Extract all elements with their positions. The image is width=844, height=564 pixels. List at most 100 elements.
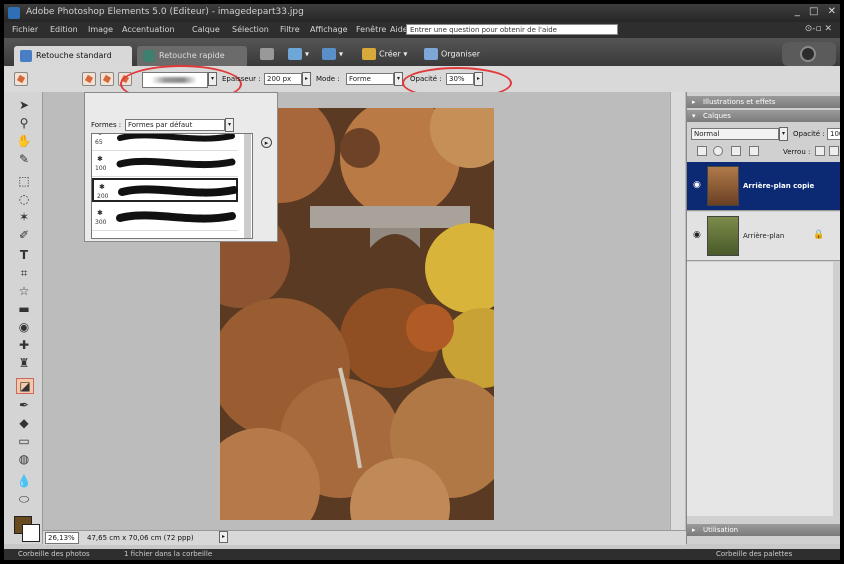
doc-window-controls[interactable]: ⊙-▫ ✕ bbox=[805, 24, 832, 34]
creer-button[interactable]: Créer ▾ bbox=[362, 48, 407, 60]
selection-brush-tool-icon[interactable]: ✐ bbox=[16, 228, 32, 242]
photo-bin-toggle[interactable]: Corbeille des photos bbox=[18, 550, 90, 558]
crop-tool-icon[interactable]: ⌗ bbox=[16, 266, 32, 280]
lock-transparency-icon[interactable] bbox=[815, 146, 825, 156]
menu-filtre[interactable]: Filtre bbox=[280, 25, 300, 34]
clone-stamp-tool-icon[interactable]: ♜ bbox=[16, 356, 32, 370]
sponge-tool-icon[interactable]: ⬭ bbox=[16, 492, 32, 506]
brush-picker-panel: Formes : Formes par défaut ▾ ▸ ✱ 65 ✱ 10… bbox=[84, 92, 278, 242]
visibility-eye-icon[interactable]: ◉ bbox=[693, 180, 701, 190]
brush-item[interactable]: ✱ 65 bbox=[92, 134, 238, 151]
zoom-tool-icon[interactable]: ⚲ bbox=[16, 116, 32, 130]
paint-bucket-tool-icon[interactable]: ◆ bbox=[16, 416, 32, 430]
epaisseur-label: Epaisseur : bbox=[222, 75, 261, 83]
panel-menu-arrow-icon[interactable]: ▸ bbox=[261, 137, 272, 148]
create-icon bbox=[362, 48, 376, 60]
formes-select[interactable]: Formes par défaut bbox=[125, 119, 225, 131]
lock-icon: 🔒 bbox=[813, 230, 825, 240]
adjustment-layer-icon[interactable] bbox=[713, 146, 723, 156]
cookie-cutter-tool-icon[interactable]: ☆ bbox=[16, 284, 32, 298]
menu-image[interactable]: Image bbox=[88, 25, 113, 34]
new-layer-icon[interactable] bbox=[697, 146, 707, 156]
brush-item-selected[interactable]: ✱ 200 bbox=[92, 178, 238, 202]
straighten-tool-icon[interactable]: ▬ bbox=[16, 302, 32, 316]
delete-layer-icon[interactable] bbox=[731, 146, 741, 156]
blend-mode-select[interactable]: Normal bbox=[691, 128, 779, 140]
calques-panel-header[interactable]: Calques bbox=[687, 110, 840, 122]
move-tool-icon[interactable]: ➤ bbox=[16, 98, 32, 112]
layer-row-selected[interactable]: ◉ Arrière-plan copie bbox=[687, 162, 840, 211]
illustrations-panel-header[interactable]: Illustrations et effets bbox=[687, 96, 840, 108]
brush-item[interactable]: ✱ 300 bbox=[92, 206, 238, 231]
hand-tool-icon[interactable]: ✋ bbox=[16, 134, 32, 148]
window-title: Adobe Photoshop Elements 5.0 (Editeur) -… bbox=[26, 7, 304, 17]
eraser-tool-icon[interactable] bbox=[14, 72, 28, 86]
type-tool-icon[interactable]: T bbox=[16, 248, 32, 262]
print-button[interactable] bbox=[260, 48, 277, 60]
lasso-tool-icon[interactable]: ◌ bbox=[16, 192, 32, 206]
background-color-swatch[interactable] bbox=[22, 524, 40, 542]
online-button[interactable]: ▾ bbox=[322, 48, 343, 60]
tab-retouche-rapide-label: Retouche rapide bbox=[159, 51, 225, 60]
organiser-label: Organiser bbox=[441, 49, 481, 59]
menu-calque[interactable]: Calque bbox=[192, 25, 220, 34]
mode-label: Mode : bbox=[316, 75, 340, 83]
organiser-button[interactable]: Organiser bbox=[424, 48, 480, 60]
gradient-tool-icon[interactable]: ▭ bbox=[16, 434, 32, 448]
status-info-menu[interactable]: ▸ bbox=[219, 531, 228, 543]
layer-name: Arrière-plan bbox=[743, 232, 785, 240]
magic-wand-tool-icon[interactable]: ✶ bbox=[16, 210, 32, 224]
layer-opacity-input[interactable]: 100 bbox=[827, 128, 840, 140]
share-button[interactable]: ▾ bbox=[288, 48, 309, 60]
quick-fix-icon bbox=[143, 50, 155, 62]
blur-tool-icon[interactable]: 💧 bbox=[16, 474, 32, 488]
tab-retouche-rapide[interactable]: Retouche rapide bbox=[137, 46, 247, 66]
brush-list-scrollbar[interactable] bbox=[244, 134, 251, 238]
layer-thumbnail bbox=[707, 216, 739, 256]
tab-retouche-standard-label: Retouche standard bbox=[36, 51, 112, 60]
background-eraser-icon[interactable] bbox=[100, 72, 114, 86]
epaisseur-slider-button[interactable]: ▸ bbox=[302, 72, 311, 86]
online-icon bbox=[322, 48, 336, 60]
lock-all-icon[interactable] bbox=[829, 146, 839, 156]
blend-mode-dropdown[interactable]: ▾ bbox=[779, 127, 788, 141]
eraser-mode-1-icon[interactable] bbox=[82, 72, 96, 86]
spot-healing-tool-icon[interactable]: ✚ bbox=[16, 338, 32, 352]
menu-fichier[interactable]: Fichier bbox=[12, 25, 38, 34]
photo-bin-count: 1 fichier dans la corbeille bbox=[124, 550, 213, 558]
brush-item[interactable]: ✱ 100 bbox=[92, 152, 238, 177]
marquee-tool-icon[interactable]: ⬚ bbox=[16, 174, 32, 188]
palette-bin-toggle[interactable]: Corbeille des palettes bbox=[716, 550, 792, 558]
close-button[interactable]: ✕ bbox=[828, 6, 836, 17]
eyedropper-tool-icon[interactable]: ✎ bbox=[16, 152, 32, 166]
menu-edition[interactable]: Edition bbox=[50, 25, 78, 34]
visibility-eye-icon[interactable]: ◉ bbox=[693, 230, 701, 240]
layer-name: Arrière-plan copie bbox=[743, 182, 815, 190]
link-layer-icon[interactable] bbox=[749, 146, 759, 156]
layers-scrollbar[interactable] bbox=[833, 262, 840, 516]
menu-affichage[interactable]: Affichage bbox=[310, 25, 348, 34]
tab-retouche-standard[interactable]: Retouche standard bbox=[14, 46, 132, 66]
red-eye-tool-icon[interactable]: ◉ bbox=[16, 320, 32, 334]
workspace-vertical-scrollbar[interactable] bbox=[670, 92, 685, 530]
options-bar: ▾ Epaisseur : 200 px ▸ Mode : Forme ▾ Op… bbox=[4, 65, 840, 103]
eraser-tool-button-icon[interactable]: ◪ bbox=[16, 378, 34, 394]
maximize-button[interactable]: □ bbox=[809, 6, 818, 17]
epaisseur-input[interactable]: 200 px bbox=[264, 73, 302, 85]
brush-tool-icon[interactable]: ✒ bbox=[16, 398, 32, 412]
layer-row[interactable]: ◉ Arrière-plan 🔒 bbox=[687, 212, 840, 261]
minimize-button[interactable]: _ bbox=[795, 6, 800, 17]
menu-selection[interactable]: Sélection bbox=[232, 25, 269, 34]
help-search-input[interactable]: Entrer une question pour obtenir de l'ai… bbox=[406, 24, 618, 35]
menu-fenetre[interactable]: Fenêtre bbox=[356, 25, 386, 34]
formes-label: Formes : bbox=[91, 121, 122, 129]
zoom-level-input[interactable]: 26,13% bbox=[45, 532, 79, 544]
menu-accentuation[interactable]: Accentuation bbox=[122, 25, 175, 34]
mode-select[interactable]: Forme bbox=[346, 73, 394, 85]
illustrations-title: Illustrations et effets bbox=[703, 98, 776, 106]
menu-bar: Fichier Edition Image Accentuation Calqu… bbox=[4, 22, 840, 38]
layers-empty-area bbox=[687, 262, 840, 516]
formes-dropdown[interactable]: ▾ bbox=[225, 118, 234, 132]
utilisation-panel-header[interactable]: Utilisation bbox=[687, 524, 840, 536]
shape-tool-icon[interactable]: ◍ bbox=[16, 452, 32, 466]
